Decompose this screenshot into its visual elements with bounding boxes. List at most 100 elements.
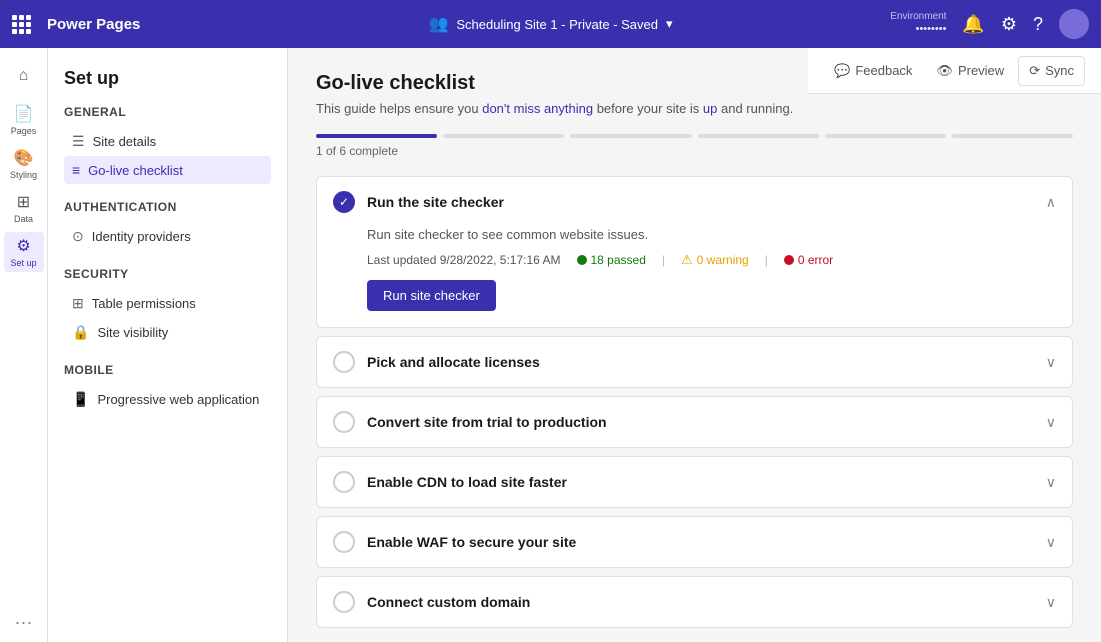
checklist-item-site-checker: ✓ Run the site checker ∧ Run site checke…	[316, 176, 1073, 328]
checklist-header-convert-site[interactable]: Convert site from trial to production ∨	[317, 397, 1072, 447]
sidebar-item-styling[interactable]: 🎨 Styling	[4, 144, 44, 184]
user-avatar[interactable]	[1059, 9, 1089, 39]
main-layout: ⌂ 📄 Pages 🎨 Styling ⊞ Data ⚙ Set up ⋯ Se…	[0, 48, 1101, 642]
settings-icon[interactable]: ⚙	[1001, 14, 1017, 35]
icon-sidebar: ⌂ 📄 Pages 🎨 Styling ⊞ Data ⚙ Set up ⋯	[0, 48, 48, 642]
progress-seg-5	[825, 134, 946, 138]
environment-label: Environment ••••••••	[890, 11, 946, 36]
section-general: General	[64, 105, 271, 119]
chevron-convert-site: ∨	[1046, 414, 1056, 431]
content-area: Go-live checklist This guide helps ensur…	[288, 48, 1101, 642]
progress-bar-row	[316, 134, 1073, 138]
more-options-icon[interactable]: ⋯	[7, 605, 41, 642]
second-nav-buttons: 💬 Feedback 👁 Preview ⟳ Sync	[808, 48, 1101, 94]
nav-item-site-details[interactable]: ☰ Site details	[64, 127, 271, 156]
data-icon: ⊞	[17, 192, 30, 212]
pages-icon: 📄	[14, 104, 34, 124]
subtitle-link-2[interactable]: up	[703, 101, 717, 116]
warning-triangle-icon: ⚠	[681, 252, 693, 268]
progress-label: 1 of 6 complete	[316, 144, 1073, 158]
nav-item-table-permissions[interactable]: ⊞ Table permissions	[64, 289, 271, 318]
nav-item-identity-providers[interactable]: ⊙ Identity providers	[64, 222, 271, 251]
checklist-title-licenses: Pick and allocate licenses	[367, 354, 1034, 370]
checklist-item-custom-domain: Connect custom domain ∨	[316, 576, 1073, 628]
checklist-header-waf[interactable]: Enable WAF to secure your site ∨	[317, 517, 1072, 567]
top-nav-left: Power Pages	[12, 15, 140, 34]
run-site-checker-button[interactable]: Run site checker	[367, 280, 496, 311]
stat-error: 0 error	[784, 253, 833, 267]
go-live-icon: ≡	[72, 162, 80, 178]
waffle-menu-icon[interactable]	[12, 15, 31, 34]
section-security: Security	[64, 267, 271, 281]
checklist-desc-site-checker: Run site checker to see common website i…	[367, 227, 1056, 242]
setup-icon: ⚙	[16, 236, 30, 256]
checklist-header-site-checker[interactable]: ✓ Run the site checker ∧	[317, 177, 1072, 227]
site-info-text[interactable]: Scheduling Site 1 - Private - Saved	[456, 17, 658, 32]
chevron-licenses: ∨	[1046, 354, 1056, 371]
chevron-cdn: ∨	[1046, 474, 1056, 491]
checklist-item-convert-site: Convert site from trial to production ∨	[316, 396, 1073, 448]
check-circle-convert-site	[333, 411, 355, 433]
page-subtitle: This guide helps ensure you don't miss a…	[316, 101, 1073, 116]
nav-item-pwa[interactable]: 📱 Progressive web application	[64, 385, 271, 414]
checklist-title-site-checker: Run the site checker	[367, 194, 1034, 210]
preview-button[interactable]: 👁 Preview	[926, 57, 1014, 85]
checklist-item-licenses: Pick and allocate licenses ∨	[316, 336, 1073, 388]
checklist-header-custom-domain[interactable]: Connect custom domain ∨	[317, 577, 1072, 627]
left-panel-title: Set up	[64, 68, 271, 89]
chevron-site-checker: ∧	[1046, 194, 1056, 211]
checklist-title-waf: Enable WAF to secure your site	[367, 534, 1034, 550]
checklist-title-convert-site: Convert site from trial to production	[367, 414, 1034, 430]
passed-dot	[577, 255, 587, 265]
pwa-icon: 📱	[72, 391, 89, 408]
sidebar-item-setup[interactable]: ⚙ Set up	[4, 232, 44, 272]
home-icon: ⌂	[19, 67, 29, 85]
error-dot	[784, 255, 794, 265]
checklist-header-licenses[interactable]: Pick and allocate licenses ∨	[317, 337, 1072, 387]
progress-seg-4	[698, 134, 819, 138]
last-updated: Last updated 9/28/2022, 5:17:16 AM	[367, 253, 561, 267]
checklist-body-site-checker: Run site checker to see common website i…	[317, 227, 1072, 327]
check-circle-site-checker: ✓	[333, 191, 355, 213]
site-dropdown-arrow[interactable]: ▾	[666, 16, 673, 32]
feedback-icon: 💬	[834, 63, 850, 79]
progress-seg-2	[443, 134, 564, 138]
sidebar-item-pages[interactable]: 📄 Pages	[4, 100, 44, 140]
chevron-waf: ∨	[1046, 534, 1056, 551]
styling-icon: 🎨	[14, 148, 34, 168]
sync-icon: ⟳	[1029, 63, 1040, 79]
stat-passed: 18 passed	[577, 253, 646, 267]
help-icon[interactable]: ?	[1033, 14, 1043, 35]
app-title: Power Pages	[47, 16, 140, 33]
check-circle-custom-domain	[333, 591, 355, 613]
top-nav-right: Environment •••••••• 🔔 ⚙ ?	[890, 9, 1089, 39]
nav-item-site-visibility[interactable]: 🔒 Site visibility	[64, 318, 271, 347]
section-authentication: Authentication	[64, 200, 271, 214]
top-nav: Power Pages 👥 Scheduling Site 1 - Privat…	[0, 0, 1101, 48]
site-info-icon: 👥	[428, 14, 448, 34]
notifications-icon[interactable]: 🔔	[962, 14, 984, 35]
preview-icon: 👁	[936, 63, 953, 79]
checklist-header-cdn[interactable]: Enable CDN to load site faster ∨	[317, 457, 1072, 507]
subtitle-link-1[interactable]: don't miss anything	[482, 101, 593, 116]
site-details-icon: ☰	[72, 133, 85, 150]
sidebar-item-home[interactable]: ⌂	[4, 56, 44, 96]
sync-button[interactable]: ⟳ Sync	[1018, 56, 1085, 86]
chevron-custom-domain: ∨	[1046, 594, 1056, 611]
stat-warning: ⚠ 0 warning	[681, 252, 749, 268]
feedback-button[interactable]: 💬 Feedback	[824, 57, 922, 85]
progress-seg-6	[952, 134, 1073, 138]
sidebar-item-data[interactable]: ⊞ Data	[4, 188, 44, 228]
checklist-item-cdn: Enable CDN to load site faster ∨	[316, 456, 1073, 508]
checklist-title-cdn: Enable CDN to load site faster	[367, 474, 1034, 490]
top-nav-center: 👥 Scheduling Site 1 - Private - Saved ▾	[428, 14, 672, 34]
identity-icon: ⊙	[72, 228, 84, 245]
checker-stats: Last updated 9/28/2022, 5:17:16 AM 18 pa…	[367, 252, 1056, 268]
progress-seg-3	[570, 134, 691, 138]
table-perm-icon: ⊞	[72, 295, 84, 312]
check-circle-licenses	[333, 351, 355, 373]
site-visibility-icon: 🔒	[72, 324, 89, 341]
nav-item-go-live-checklist[interactable]: ≡ Go-live checklist	[64, 156, 271, 184]
section-mobile: Mobile	[64, 363, 271, 377]
checklist-title-custom-domain: Connect custom domain	[367, 594, 1034, 610]
